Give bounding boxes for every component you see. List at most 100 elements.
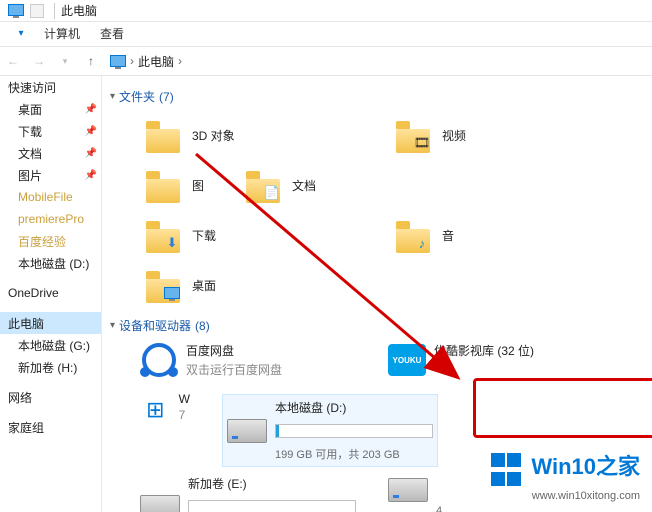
music-icon: ♪ <box>412 233 432 253</box>
watermark-title: Win10之家 <box>531 454 640 479</box>
download-icon: ⬇ <box>162 233 182 253</box>
content-area: 快速访问 桌面📌 下载📌 文档📌 图片📌 MobileFile premiere… <box>0 76 652 512</box>
chevron-right-icon: › <box>130 54 134 68</box>
sidebar-this-pc[interactable]: 此电脑 <box>0 312 101 334</box>
pc-icon <box>110 55 126 67</box>
title-bar: 此电脑 <box>0 0 652 22</box>
drive-d[interactable]: 本地磁盘 (D:) 199 GB 可用，共 203 GB <box>222 394 438 467</box>
folder-music[interactable]: ♪音 <box>394 211 454 259</box>
sidebar-item-baidujingyan[interactable]: 百度经验 <box>0 230 101 252</box>
video-icon: 🎞 <box>412 133 432 153</box>
divider <box>54 3 55 19</box>
ribbon: ▾ 计算机 查看 <box>0 22 652 46</box>
folder-label: 文档 <box>292 177 316 194</box>
sidebar-item-disk-h[interactable]: 新加卷 (H:) <box>0 356 101 378</box>
folder-desktop[interactable]: 桌面 <box>144 261 354 309</box>
app-youku[interactable]: YOUKU 优酷影视库 (32 位) <box>388 342 604 384</box>
disk-icon <box>388 478 428 502</box>
folder-icon: ⬇ <box>144 215 184 255</box>
drive-free-text: 4 <box>436 505 438 512</box>
sidebar-quick-access[interactable]: 快速访问 <box>0 76 101 98</box>
sidebar: 快速访问 桌面📌 下载📌 文档📌 图片📌 MobileFile premiere… <box>0 76 102 512</box>
sidebar-homegroup[interactable]: 家庭组 <box>0 416 101 438</box>
capacity-bar <box>275 424 433 438</box>
capacity-bar <box>188 500 356 512</box>
quick-access-icon[interactable] <box>30 4 44 18</box>
chevron-right-icon: › <box>178 54 182 68</box>
sidebar-onedrive[interactable]: OneDrive <box>0 282 101 304</box>
folder-pictures[interactable]: 图 <box>144 161 204 209</box>
main-pane: ▾ 文件夹 (7) 3D 对象 🎞视频 图 📄文档 ⬇下载 ♪音 桌面 ▾ 设备… <box>102 76 652 512</box>
document-icon: 📄 <box>262 183 282 203</box>
app-baidu-netdisk[interactable]: 百度网盘双击运行百度网盘 <box>140 342 356 384</box>
watermark: Win10之家 www.win10xitong.com <box>490 449 640 502</box>
folder-icon: ♪ <box>394 215 434 255</box>
folder-label: 视频 <box>442 127 466 144</box>
sidebar-item-desktop[interactable]: 桌面📌 <box>0 98 101 120</box>
folder-downloads[interactable]: ⬇ 下载 <box>144 211 354 259</box>
drive-title: 本地磁盘 (D:) <box>275 399 433 416</box>
sidebar-item-disk-g[interactable]: 本地磁盘 (G:) <box>0 334 101 356</box>
folder-label: 图 <box>192 177 204 194</box>
disk-icon <box>227 419 267 443</box>
address-bar: ← → ▾ ↑ › 此电脑 › <box>0 46 652 76</box>
drive-free-text: 199 GB 可用，共 203 GB <box>275 446 433 462</box>
folder-icon: 🎞 <box>394 115 434 155</box>
pin-icon: 📌 <box>85 170 97 181</box>
file-menu-icon[interactable]: ▾ <box>8 20 34 46</box>
section-folders-header[interactable]: ▾ 文件夹 (7) <box>110 88 652 105</box>
folder-icon: 📄 <box>244 165 284 205</box>
breadcrumb-this-pc[interactable]: 此电脑 <box>138 53 174 70</box>
app-wps[interactable]: ⊞ W7 <box>140 392 190 434</box>
sidebar-item-downloads[interactable]: 下载📌 <box>0 120 101 142</box>
nav-back-button[interactable]: ← <box>0 48 26 74</box>
chevron-down-icon: ▾ <box>110 320 115 331</box>
folder-label: 下载 <box>192 227 216 244</box>
sidebar-network[interactable]: 网络 <box>0 386 101 408</box>
app-title: W <box>179 392 190 406</box>
section-drives-count: (8) <box>195 319 210 333</box>
window-title: 此电脑 <box>61 2 97 19</box>
desktop-icon <box>162 283 182 303</box>
watermark-url: www.win10xitong.com <box>490 490 640 502</box>
folders-grid: 3D 对象 🎞视频 图 📄文档 ⬇下载 ♪音 桌面 <box>110 111 652 311</box>
app-title: 优酷影视库 (32 位) <box>434 342 534 359</box>
folder-videos[interactable]: 🎞 视频 <box>394 111 604 159</box>
sidebar-item-pictures[interactable]: 图片📌 <box>0 164 101 186</box>
app-title: 百度网盘 <box>186 342 282 359</box>
sidebar-item-premierepro[interactable]: premierePro <box>0 208 101 230</box>
app-icon <box>8 4 22 18</box>
section-drives-header[interactable]: ▾ 设备和驱动器 (8) <box>110 317 652 334</box>
pin-icon: 📌 <box>85 104 97 115</box>
folder-documents[interactable]: 📄 文档 <box>244 161 454 209</box>
sidebar-item-mobilefile[interactable]: MobileFile <box>0 186 101 208</box>
folder-label: 3D 对象 <box>192 127 235 144</box>
section-folders-count: (7) <box>159 90 174 104</box>
app-subtitle: 双击运行百度网盘 <box>186 361 282 378</box>
tab-view[interactable]: 查看 <box>90 22 134 46</box>
nav-forward-button[interactable]: → <box>26 48 52 74</box>
chevron-down-icon: ▾ <box>110 91 115 102</box>
sidebar-item-documents[interactable]: 文档📌 <box>0 142 101 164</box>
drive-e[interactable]: 新加卷 (E:) 299 GB 可用，共 299 GB <box>140 475 356 512</box>
folder-icon <box>144 265 184 305</box>
drive-title: 新加卷 (E:) <box>188 475 356 492</box>
folder-icon <box>144 165 184 205</box>
app-subtitle: 7 <box>179 408 190 422</box>
baidu-icon <box>140 342 178 378</box>
sidebar-item-disk-d[interactable]: 本地磁盘 (D:) <box>0 252 101 274</box>
folder-3d-objects[interactable]: 3D 对象 <box>144 111 354 159</box>
nav-history-button[interactable]: ▾ <box>52 48 78 74</box>
drive-partial[interactable]: 4 <box>388 475 438 512</box>
tab-computer[interactable]: 计算机 <box>34 22 90 46</box>
windows-logo-icon <box>490 452 522 490</box>
nav-up-button[interactable]: ↑ <box>78 48 104 74</box>
youku-icon: YOUKU <box>388 342 426 378</box>
section-folders-title: 文件夹 <box>119 88 155 105</box>
folder-label: 音 <box>442 227 454 244</box>
folder-label: 桌面 <box>192 277 216 294</box>
folder-icon <box>144 115 184 155</box>
pin-icon: 📌 <box>85 126 97 137</box>
breadcrumb[interactable]: › 此电脑 › <box>110 53 186 70</box>
disk-icon <box>140 495 180 512</box>
